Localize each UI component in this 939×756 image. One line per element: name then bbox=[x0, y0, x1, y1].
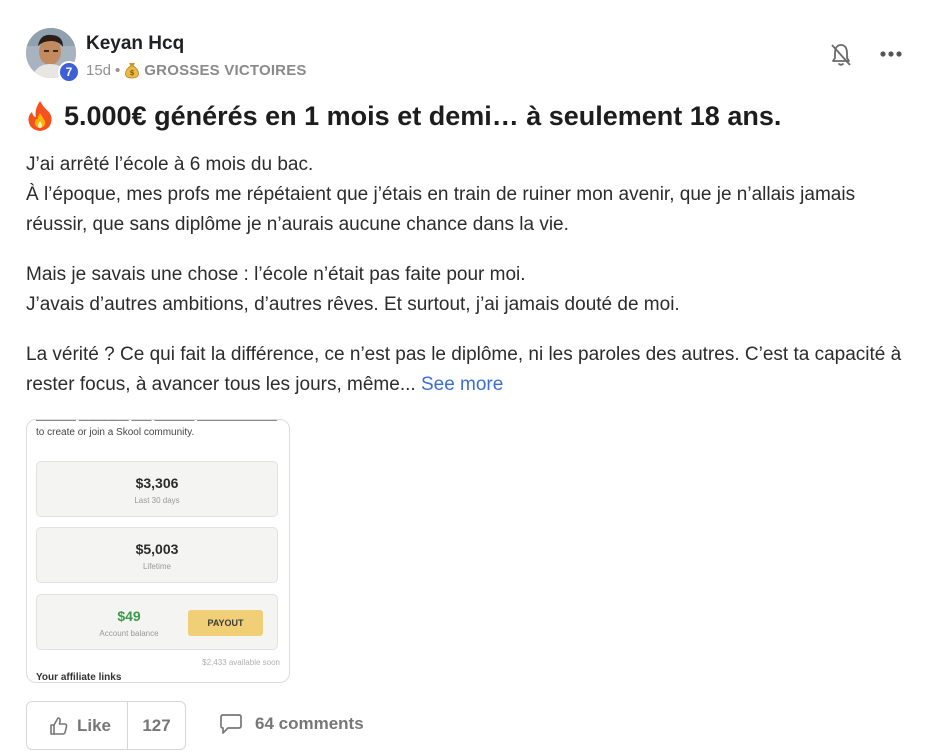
payout-button: PAYOUT bbox=[188, 610, 263, 636]
account-balance-card: $49 Account balance PAYOUT bbox=[36, 594, 278, 650]
last-30-days-value: $3,306 bbox=[135, 475, 179, 491]
author-name[interactable]: Keyan Hcq bbox=[86, 33, 184, 55]
like-label: Like bbox=[77, 715, 112, 735]
like-group: Like 127 bbox=[26, 701, 186, 750]
paragraph-1: J’ai arrêté l’école à 6 mois du bac. À l… bbox=[26, 150, 906, 240]
comments-button[interactable]: 64 comments bbox=[219, 713, 364, 735]
last-30-days-label: Last 30 days bbox=[134, 496, 180, 505]
svg-text:$: $ bbox=[130, 69, 135, 77]
cut-off-line: ▬▬▬▬ ▬▬▬▬▬ ▬▬ ▬▬▬▬ ▬▬▬▬▬▬▬▬ bbox=[36, 420, 277, 424]
like-button[interactable]: Like bbox=[27, 702, 128, 749]
bell-off-icon[interactable] bbox=[829, 42, 853, 68]
post-meta: 15d • $ GROSSES VICTOIRES bbox=[86, 61, 307, 79]
balance-value: $49 bbox=[117, 608, 141, 624]
attached-screenshot[interactable]: ▬▬▬▬ ▬▬▬▬▬ ▬▬ ▬▬▬▬ ▬▬▬▬▬▬▬▬ to create or… bbox=[26, 419, 290, 683]
post-title-text: 5.000€ générés en 1 mois et demi… à seul… bbox=[64, 100, 782, 131]
lifetime-label: Lifetime bbox=[142, 562, 171, 571]
post-card: 7 Keyan Hcq 15d • $ GROSSES VICTOIRES 5.… bbox=[0, 0, 939, 756]
comment-bubble-icon bbox=[220, 714, 242, 734]
money-bag-icon: $ bbox=[125, 63, 140, 79]
post-title[interactable]: 5.000€ générés en 1 mois et demi… à seul… bbox=[26, 100, 781, 132]
screenshot-intro-text: to create or join a Skool community. bbox=[36, 427, 195, 438]
paragraph-2: Mais je savais une chose : l’école n’éta… bbox=[26, 260, 906, 320]
see-more-link[interactable]: See more bbox=[421, 374, 503, 395]
lifetime-value: $5,003 bbox=[135, 541, 179, 557]
more-options-icon[interactable] bbox=[878, 43, 904, 65]
level-badge: 7 bbox=[58, 61, 80, 83]
author-avatar-wrapper[interactable]: 7 bbox=[26, 28, 80, 83]
last-30-days-card: $3,306 Last 30 days bbox=[36, 461, 278, 517]
post-body: J’ai arrêté l’école à 6 mois du bac. À l… bbox=[26, 150, 906, 420]
post-time[interactable]: 15d bbox=[86, 62, 111, 79]
paragraph-1-text: J’ai arrêté l’école à 6 mois du bac. À l… bbox=[26, 154, 856, 235]
affiliate-links-heading: Your affiliate links bbox=[36, 672, 122, 683]
lifetime-card: $5,003 Lifetime bbox=[36, 527, 278, 583]
fire-icon bbox=[28, 101, 52, 131]
post-category[interactable]: GROSSES VICTOIRES bbox=[144, 62, 306, 79]
meta-separator: • bbox=[115, 61, 121, 79]
paragraph-3: La vérité ? Ce qui fait la différence, c… bbox=[26, 340, 906, 400]
thumbs-up-icon bbox=[50, 716, 68, 735]
comments-label: 64 comments bbox=[255, 714, 364, 733]
balance-label: Account balance bbox=[99, 629, 159, 638]
like-count[interactable]: 127 bbox=[128, 702, 185, 749]
paragraph-2-text: Mais je savais une chose : l’école n’éta… bbox=[26, 264, 680, 315]
available-soon-text: $2,433 available soon bbox=[202, 658, 280, 667]
